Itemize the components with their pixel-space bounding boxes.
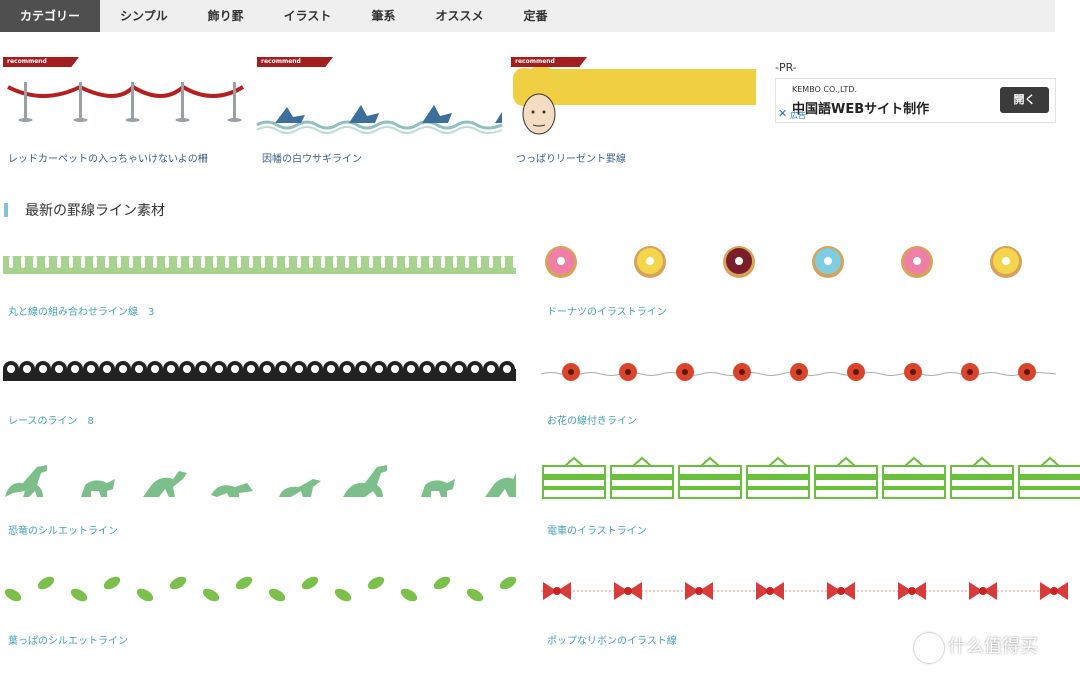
nav-tab-simple[interactable]: シンプル <box>100 0 188 32</box>
recommend-badge: recommend <box>3 57 79 67</box>
line-item-title[interactable]: 恐竜のシルエットライン <box>8 522 118 537</box>
line-item-title[interactable]: 電車のイラストライン <box>547 522 647 537</box>
recommended-item-title[interactable]: つっぱりリーゼント罫線 <box>516 150 626 165</box>
recommend-badge: recommend <box>511 57 587 67</box>
watermark-text: 什么值得买 <box>948 636 1038 657</box>
ad-label: 広告 <box>790 111 806 120</box>
ad-company: KEMBO CO.,LTD. <box>792 85 857 94</box>
recommended-item-title[interactable]: 因幡の白ウサギライン <box>262 150 362 165</box>
dinosaur-line-image[interactable] <box>3 461 516 501</box>
category-nav: カテゴリー シンプル 飾り罫 イラスト 筆系 オススメ 定番 <box>0 0 1055 32</box>
lace-line-image[interactable] <box>3 355 516 383</box>
regent-hair-image[interactable] <box>511 57 756 142</box>
flower-line-image[interactable] <box>540 359 1057 385</box>
nav-tab-decorative[interactable]: 飾り罫 <box>188 0 264 32</box>
line-item-title[interactable]: ポップなリボンのイラスト線 <box>547 632 677 647</box>
nav-tab-recommended[interactable]: オススメ <box>415 0 503 32</box>
line-item-title[interactable]: お花の線付きライン <box>547 412 637 427</box>
ribbon-line-image[interactable] <box>541 578 1068 604</box>
leaf-line-image[interactable] <box>3 575 517 607</box>
ad-headline[interactable]: 中国語WEBサイト制作 <box>792 98 929 117</box>
ad-open-button[interactable]: 開く <box>1000 87 1049 113</box>
recommend-badge: recommend <box>257 57 333 67</box>
train-line-image[interactable] <box>541 456 1080 502</box>
section-title: 最新の罫線ライン素材 <box>25 203 165 219</box>
scallop-line-image[interactable] <box>3 250 517 274</box>
donut-line-image[interactable] <box>541 244 1056 280</box>
red-carpet-fence-image[interactable] <box>3 57 248 142</box>
close-icon[interactable]: ✕ <box>778 107 787 120</box>
nav-tab-brush[interactable]: 筆系 <box>351 0 415 32</box>
line-item-title[interactable]: 丸と線の組み合わせライン線 3 <box>8 303 154 318</box>
line-item-title[interactable]: ドーナツのイラストライン <box>547 303 667 318</box>
nav-tab-illustration[interactable]: イラスト <box>264 0 352 32</box>
line-item-title[interactable]: 葉っぱのシルエットライン <box>8 632 128 647</box>
nav-tab-category[interactable]: カテゴリー <box>0 0 101 32</box>
watermark-logo-icon <box>914 633 944 663</box>
pr-label: -PR- <box>775 61 797 74</box>
line-item-title[interactable]: レースのライン 8 <box>8 412 94 427</box>
ad-banner[interactable]: KEMBO CO.,LTD. 中国語WEBサイト制作 開く ✕ 広告 <box>775 78 1056 123</box>
white-rabbit-wave-image[interactable] <box>256 57 503 142</box>
section-marker <box>4 203 8 217</box>
recommended-item-title[interactable]: レッドカーペットの入っちゃいけないよの柵 <box>8 150 208 165</box>
nav-tab-standard[interactable]: 定番 <box>503 0 567 32</box>
